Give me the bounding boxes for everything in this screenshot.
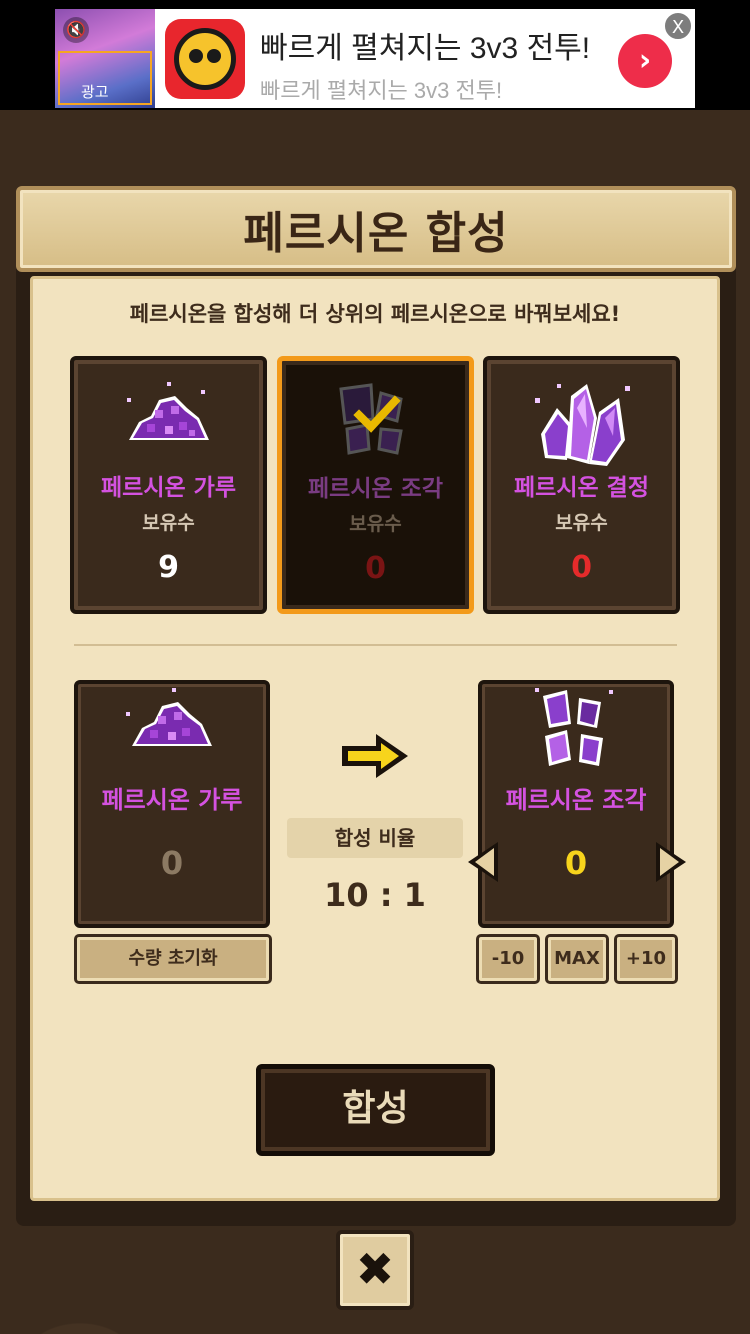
item-card-crystal[interactable]: 페르시온 결정 보유수 0: [483, 356, 680, 614]
max-button[interactable]: MAX: [545, 934, 609, 984]
source-slot: 페르시온 가루 0: [74, 680, 270, 928]
speaker-muted-icon[interactable]: 🔇: [63, 17, 89, 43]
persion-crystal-icon: [527, 378, 637, 482]
plus-10-button[interactable]: +10: [614, 934, 678, 984]
chevron-right-icon[interactable]: ›: [618, 34, 672, 88]
item-card-powder[interactable]: 페르시온 가루 보유수 9: [70, 356, 267, 614]
ratio-label: 합성 비율: [287, 818, 463, 858]
divider: [74, 644, 677, 646]
source-count: 0: [160, 844, 184, 882]
arrow-right-icon: [340, 732, 410, 784]
persion-fragment-icon: [331, 379, 421, 463]
reset-quantity-button[interactable]: 수량 초기화: [74, 934, 272, 984]
persion-fragment-icon: [531, 686, 621, 780]
close-button[interactable]: ✖: [336, 1230, 414, 1310]
item-hold-label: 보유수: [142, 512, 195, 534]
ad-subtitle: 빠르게 펼쳐지는 3v3 전투!: [260, 78, 503, 103]
panel-subtitle: 페르시온을 합성해 더 상위의 페르시온으로 바꿔보세요!: [129, 302, 621, 326]
persion-powder-icon: [119, 378, 219, 462]
target-item-name: 페르시온 조각: [505, 786, 647, 814]
ratio-value: 10 : 1: [324, 876, 426, 914]
ad-banner[interactable]: 🔇 광고 빠르게 펼쳐지는 3v3 전투! 빠르게 펼쳐지는 3v3 전투! ›: [55, 9, 695, 108]
minus-10-button[interactable]: -10: [476, 934, 540, 984]
compose-button[interactable]: 합성: [256, 1064, 495, 1156]
target-slot: 페르시온 조각 0: [478, 680, 674, 928]
item-name: 페르시온 가루: [101, 475, 236, 501]
ad-label: 광고: [81, 83, 109, 101]
close-x-icon: ✖: [355, 1242, 395, 1296]
ad-title[interactable]: 빠르게 펼쳐지는 3v3 전투!: [260, 23, 590, 67]
item-card-fragment[interactable]: 페르시온 조각 보유수 0: [277, 356, 474, 614]
ad-app-logo[interactable]: [165, 19, 245, 99]
item-hold-label: 보유수: [349, 513, 402, 535]
target-count: 0: [564, 844, 588, 882]
persion-powder-icon: [122, 686, 222, 764]
item-count: 9: [158, 550, 179, 585]
ad-close-button[interactable]: X: [663, 11, 693, 41]
ad-thumbnail[interactable]: 🔇 광고: [55, 9, 155, 108]
item-hold-label: 보유수: [555, 512, 608, 534]
source-item-name: 페르시온 가루: [101, 786, 243, 814]
item-count: 0: [571, 550, 592, 585]
item-name: 페르시온 결정: [514, 475, 649, 501]
ad-banner-area: 🔇 광고 빠르게 펼쳐지는 3v3 전투! 빠르게 펼쳐지는 3v3 전투! ›…: [0, 0, 750, 110]
panel-title-bar: 페르시온 합성: [16, 186, 736, 272]
skull-icon: [174, 28, 236, 90]
item-count: 0: [365, 551, 386, 586]
panel-title: 페르시온 합성: [243, 208, 509, 259]
item-name: 페르시온 조각: [308, 476, 443, 502]
